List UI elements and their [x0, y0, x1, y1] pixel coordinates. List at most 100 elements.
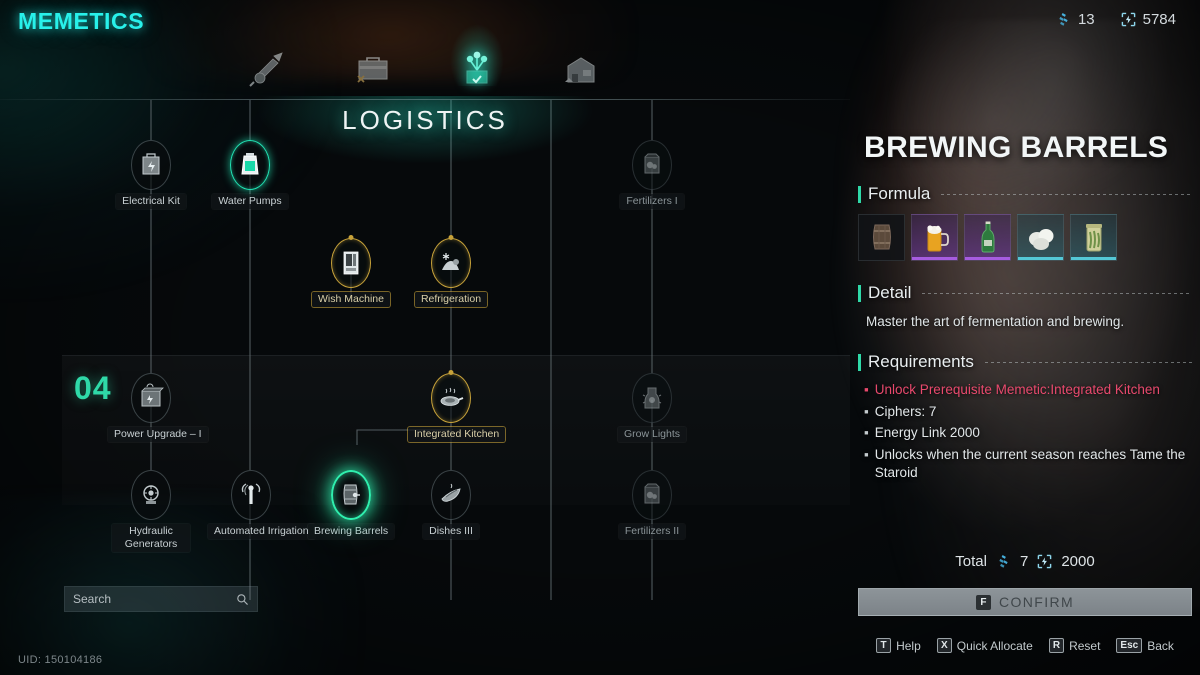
requirement-bullet: ▪	[864, 382, 869, 397]
formula-slot-beer-mug[interactable]	[911, 214, 958, 261]
tree-node-electrical-kit[interactable]: Electrical Kit	[108, 140, 194, 209]
currency-ciphers-value: 13	[1077, 11, 1095, 28]
node-label: Brewing Barrels	[308, 524, 395, 539]
formula-slot-green-bottle[interactable]	[964, 214, 1011, 261]
requirement-text: Energy Link 2000	[874, 425, 980, 440]
key-hint-back[interactable]: Esc Back	[1116, 638, 1174, 653]
node-label: Water Pumps	[212, 194, 288, 209]
key-hint-reset[interactable]: R Reset	[1048, 638, 1100, 653]
node-ring	[632, 470, 672, 520]
currency-energy-link: 5784	[1121, 11, 1176, 28]
formula-slot-list	[858, 214, 1192, 261]
key-hint-label: Quick Allocate	[956, 638, 1033, 653]
node-ring	[331, 470, 371, 520]
tree-node-fertilizers-ii[interactable]: Fertilizers II	[609, 470, 695, 539]
detail-heading: Detail	[858, 283, 1192, 303]
node-pip	[448, 235, 454, 240]
currency-bar: 13 5784	[1056, 11, 1176, 28]
total-energy-link-value: 2000	[1061, 553, 1095, 570]
refrigeration-icon	[442, 253, 459, 270]
category-tab-logistics[interactable]	[454, 46, 500, 92]
tree-node-automated-irrigation[interactable]: Automated Irrigation	[208, 470, 315, 539]
node-ring	[431, 235, 471, 288]
requirement-item: ▪ Unlocks when the current season reache…	[864, 446, 1192, 483]
vending-machine-icon	[343, 251, 359, 275]
formula-slot-wooden-barrel[interactable]	[858, 214, 905, 261]
dumplings-icon	[1028, 228, 1053, 250]
tree-node-brewing-barrels[interactable]: Brewing Barrels	[308, 470, 395, 539]
node-ring	[331, 235, 371, 288]
key-hint-label: Help	[896, 638, 921, 653]
detail-heading-text: Detail	[868, 283, 912, 302]
power-generator-icon	[141, 383, 164, 407]
weapons-icon	[249, 52, 283, 87]
search-icon[interactable]	[236, 593, 249, 606]
logistics-icon	[466, 51, 488, 84]
dish-icon	[441, 483, 461, 502]
key-hint-keycap: Esc	[1116, 638, 1143, 653]
confirm-label: CONFIRM	[998, 594, 1075, 610]
tree-node-dishes-iii[interactable]: Dishes III	[408, 470, 494, 539]
tree-node-fertilizers-i[interactable]: Fertilizers I	[609, 140, 695, 209]
energy-link-icon	[1038, 554, 1052, 569]
formula-heading-text: Formula	[868, 184, 931, 203]
wooden-barrel-icon	[872, 224, 891, 250]
requirement-text: Unlocks when the current season reaches …	[874, 446, 1186, 481]
frying-pan-icon	[440, 387, 464, 406]
tree-node-wish-machine[interactable]: Wish Machine	[308, 235, 394, 307]
node-ring	[231, 470, 271, 520]
detail-section: Detail Master the art of fermentation an…	[858, 283, 1192, 331]
formula-slot-dumplings[interactable]	[1017, 214, 1064, 261]
section-accent-bar	[858, 185, 861, 203]
grow-light-icon	[642, 387, 662, 409]
node-label: Wish Machine	[312, 292, 390, 307]
category-tab-toolbox[interactable]	[350, 46, 396, 92]
tree-node-refrigeration[interactable]: Refrigeration	[408, 235, 494, 307]
key-hint-keycap: X	[936, 638, 952, 653]
node-label: Refrigeration	[414, 292, 488, 307]
node-ring	[131, 373, 171, 423]
key-hint-quick-allocate[interactable]: X Quick Allocate	[936, 638, 1033, 653]
cipher-icon	[999, 554, 1008, 568]
total-cost: Total 7 2000	[858, 553, 1192, 570]
cipher-icon	[1059, 12, 1068, 26]
confirm-button[interactable]: F CONFIRM	[858, 588, 1192, 616]
section-rule	[984, 361, 1192, 363]
total-label: Total	[955, 553, 987, 570]
node-ring	[632, 140, 672, 190]
tree-node-hydraulic-generators[interactable]: Hydraulic Generators	[108, 470, 194, 552]
rarity-bar	[1071, 257, 1116, 260]
search-input[interactable]: Search	[73, 592, 236, 606]
formula-slot-pickle-jar[interactable]	[1070, 214, 1117, 261]
tree-node-water-pumps[interactable]: Water Pumps	[207, 140, 293, 209]
requirement-item: ▪ Ciphers: 7	[864, 403, 1192, 422]
green-bottle-icon	[981, 221, 994, 253]
energy-link-icon	[1121, 12, 1135, 27]
node-label: Automated Irrigation	[208, 524, 315, 539]
tree-title: LOGISTICS	[342, 105, 508, 135]
beer-mug-icon	[926, 224, 949, 252]
tree-node-grow-lights[interactable]: Grow Lights	[609, 373, 695, 442]
node-ring	[632, 373, 672, 423]
search-box[interactable]: Search	[64, 586, 258, 612]
tree-node-integrated-kitchen[interactable]: Integrated Kitchen	[408, 370, 506, 442]
category-tab-base-building[interactable]	[558, 46, 604, 92]
detail-description: Master the art of fermentation and brewi…	[866, 314, 1125, 329]
node-pip	[348, 235, 354, 240]
key-hints-bar: T Help X Quick Allocate R Reset Esc Back	[850, 638, 1200, 653]
node-pip	[448, 370, 454, 375]
section-accent-bar	[858, 284, 861, 302]
key-hint-help[interactable]: T Help	[876, 638, 921, 653]
fertilizer-bag-icon	[644, 153, 660, 174]
toolbox-icon	[357, 57, 388, 83]
rarity-bar	[912, 257, 957, 260]
category-tab-weapons[interactable]	[246, 46, 292, 92]
tree-node-power-upgrade-i[interactable]: Power Upgrade – I	[108, 373, 208, 442]
pickle-jar-icon	[1085, 223, 1102, 252]
node-label: Power Upgrade – I	[108, 427, 208, 442]
category-divider	[0, 99, 850, 100]
top-bar: MEMETICS 13 5784	[0, 0, 1200, 40]
node-ring	[431, 470, 471, 520]
key-hint-keycap: R	[1048, 638, 1065, 653]
detail-panel: BREWING BARRELS Formula Detail Master th…	[850, 0, 1200, 675]
